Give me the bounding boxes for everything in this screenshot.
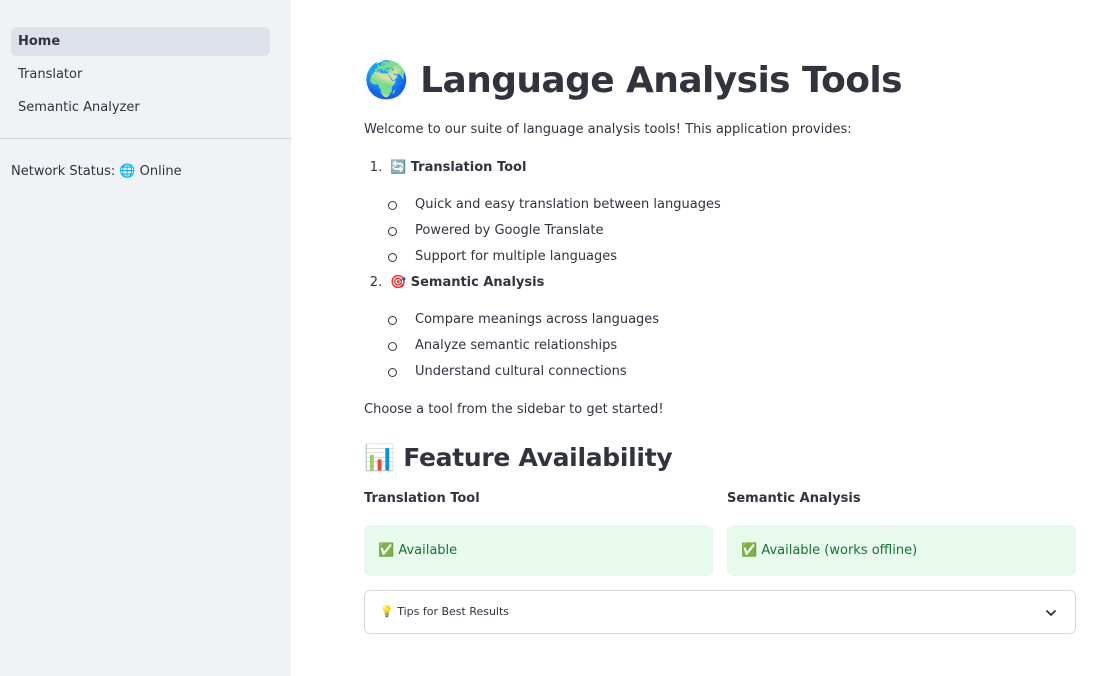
sidebar-nav: Home Translator Semantic Analyzer	[0, 0, 291, 122]
sidebar-item-semantic-analyzer[interactable]: Semantic Analyzer	[11, 93, 270, 122]
semantic-status-alert: ✅ Available (works offline)	[727, 525, 1076, 576]
list-item: Powered by Google Translate	[415, 223, 604, 238]
cta-text: Choose a tool from the sidebar to get st…	[364, 402, 664, 417]
bullet-icon	[388, 227, 397, 236]
list-number-1: 1.	[369, 160, 383, 175]
page-title: 🌍 Language Analysis Tools	[364, 60, 903, 101]
list-item: Analyze semantic relationships	[415, 338, 618, 353]
availability-heading: 📊 Feature Availability	[364, 443, 673, 472]
list-item: Support for multiple languages	[415, 249, 618, 264]
intro-text: Welcome to our suite of language analysi…	[364, 122, 852, 137]
list-item: Quick and easy translation between langu…	[415, 197, 721, 212]
list-number-2: 2.	[369, 275, 383, 290]
bullet-icon	[388, 201, 397, 210]
translation-tool-label: Translation Tool	[364, 491, 480, 506]
bullet-icon	[388, 368, 397, 377]
sidebar-item-translator[interactable]: Translator	[11, 60, 270, 89]
sidebar-item-home[interactable]: Home	[11, 27, 270, 56]
semantic-analysis-label: Semantic Analysis	[727, 491, 861, 506]
sidebar-divider	[0, 138, 291, 139]
list-item: Understand cultural connections	[415, 364, 627, 379]
chevron-down-icon	[1046, 610, 1056, 616]
bullet-icon	[388, 253, 397, 262]
list-item: Compare meanings across languages	[415, 312, 660, 327]
network-status: Network Status: 🌐 Online	[11, 164, 182, 179]
sidebar: Home Translator Semantic Analyzer Networ…	[0, 0, 291, 676]
tool-heading-semantic: 🎯 Semantic Analysis	[390, 275, 545, 290]
bullet-icon	[388, 342, 397, 351]
tips-expander[interactable]: 💡 Tips for Best Results	[364, 590, 1076, 634]
tips-expander-label: 💡 Tips for Best Results	[380, 605, 510, 618]
bullet-icon	[388, 316, 397, 325]
tool-heading-translation: 🔄 Translation Tool	[390, 160, 527, 175]
translation-status-alert: ✅ Available	[364, 525, 713, 576]
